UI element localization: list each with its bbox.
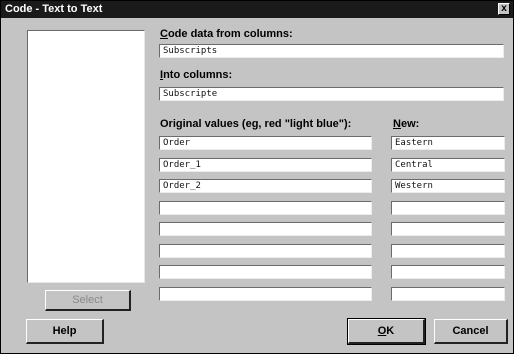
new-value-field[interactable]	[391, 222, 505, 236]
into-columns-field[interactable]: Subscripte	[159, 87, 504, 101]
code-text-to-text-dialog: Code - Text to Text x Code data from col…	[0, 0, 514, 354]
variables-listbox[interactable]	[27, 30, 145, 283]
new-value-field[interactable]: Eastern	[391, 136, 505, 150]
code-from-columns-field[interactable]: Subscripts	[159, 44, 504, 58]
original-value-field[interactable]	[159, 287, 372, 301]
new-values-label: New:	[393, 118, 420, 130]
help-button[interactable]: Help	[26, 319, 104, 344]
new-value-field[interactable]	[391, 287, 505, 301]
new-value-field[interactable]: Western	[391, 179, 505, 193]
into-columns-label: Into columns:	[160, 69, 233, 81]
new-value-field[interactable]	[391, 244, 505, 258]
original-value-field[interactable]	[159, 265, 372, 279]
original-value-field[interactable]	[159, 244, 372, 258]
original-values-label: Original values (eg, red "light blue"):	[160, 118, 352, 130]
original-value-field[interactable]	[159, 222, 372, 236]
title-bar: Code - Text to Text x	[1, 1, 513, 18]
window-title: Code - Text to Text	[5, 3, 103, 15]
new-value-field[interactable]: Central	[391, 158, 505, 172]
new-value-field[interactable]	[391, 265, 505, 279]
select-button[interactable]: Select	[45, 290, 131, 311]
original-value-field[interactable]: Order_1	[159, 158, 372, 172]
original-value-field[interactable]: Order	[159, 136, 372, 150]
code-from-label: Code data from columns:	[160, 28, 293, 40]
ok-button[interactable]: OK	[347, 318, 426, 345]
new-value-field[interactable]	[391, 201, 505, 215]
cancel-button[interactable]: Cancel	[434, 319, 508, 344]
close-icon[interactable]: x	[498, 3, 510, 15]
original-value-field[interactable]	[159, 201, 372, 215]
original-value-field[interactable]: Order_2	[159, 179, 372, 193]
